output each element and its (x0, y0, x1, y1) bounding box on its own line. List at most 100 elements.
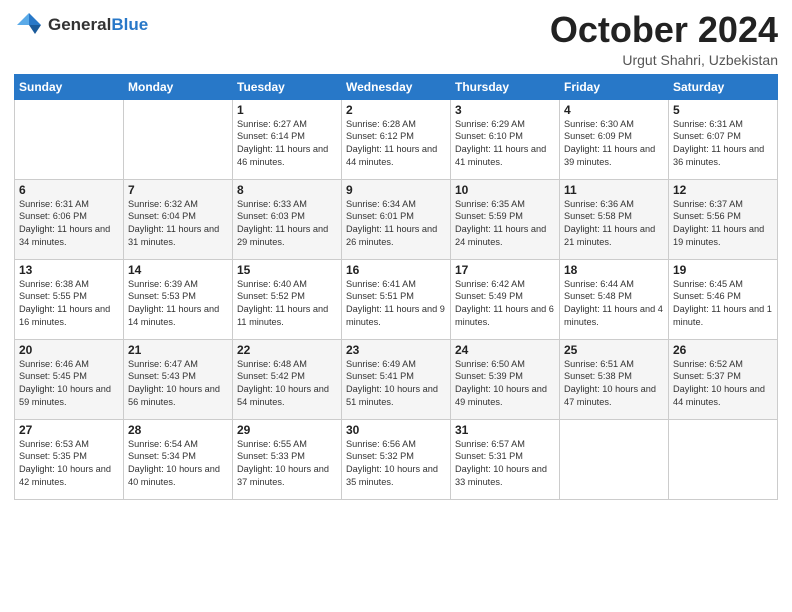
week-row-5: 27Sunrise: 6:53 AMSunset: 5:35 PMDayligh… (15, 419, 778, 499)
calendar-cell: 28Sunrise: 6:54 AMSunset: 5:34 PMDayligh… (124, 419, 233, 499)
calendar-cell: 22Sunrise: 6:48 AMSunset: 5:42 PMDayligh… (233, 339, 342, 419)
day-number: 17 (455, 263, 555, 277)
day-number: 10 (455, 183, 555, 197)
day-header-thursday: Thursday (451, 74, 560, 99)
day-number: 27 (19, 423, 119, 437)
day-info: Sunrise: 6:36 AMSunset: 5:58 PMDaylight:… (564, 198, 664, 250)
day-number: 11 (564, 183, 664, 197)
day-info: Sunrise: 6:53 AMSunset: 5:35 PMDaylight:… (19, 438, 119, 490)
header: GeneralBlue October 2024 Urgut Shahri, U… (14, 10, 778, 68)
day-number: 13 (19, 263, 119, 277)
day-info: Sunrise: 6:31 AMSunset: 6:06 PMDaylight:… (19, 198, 119, 250)
day-info: Sunrise: 6:39 AMSunset: 5:53 PMDaylight:… (128, 278, 228, 330)
calendar-cell: 5Sunrise: 6:31 AMSunset: 6:07 PMDaylight… (669, 99, 778, 179)
calendar-cell: 2Sunrise: 6:28 AMSunset: 6:12 PMDaylight… (342, 99, 451, 179)
day-info: Sunrise: 6:37 AMSunset: 5:56 PMDaylight:… (673, 198, 773, 250)
logo-text: GeneralBlue (48, 16, 148, 35)
week-row-2: 6Sunrise: 6:31 AMSunset: 6:06 PMDaylight… (15, 179, 778, 259)
logo: GeneralBlue (14, 10, 148, 40)
calendar-cell: 25Sunrise: 6:51 AMSunset: 5:38 PMDayligh… (560, 339, 669, 419)
calendar-cell: 18Sunrise: 6:44 AMSunset: 5:48 PMDayligh… (560, 259, 669, 339)
month-title: October 2024 (550, 10, 778, 50)
day-info: Sunrise: 6:38 AMSunset: 5:55 PMDaylight:… (19, 278, 119, 330)
calendar-cell: 31Sunrise: 6:57 AMSunset: 5:31 PMDayligh… (451, 419, 560, 499)
calendar-cell: 4Sunrise: 6:30 AMSunset: 6:09 PMDaylight… (560, 99, 669, 179)
day-number: 30 (346, 423, 446, 437)
calendar-cell (124, 99, 233, 179)
day-info: Sunrise: 6:35 AMSunset: 5:59 PMDaylight:… (455, 198, 555, 250)
day-number: 29 (237, 423, 337, 437)
day-info: Sunrise: 6:45 AMSunset: 5:46 PMDaylight:… (673, 278, 773, 330)
day-info: Sunrise: 6:42 AMSunset: 5:49 PMDaylight:… (455, 278, 555, 330)
week-row-3: 13Sunrise: 6:38 AMSunset: 5:55 PMDayligh… (15, 259, 778, 339)
calendar-cell (560, 419, 669, 499)
day-number: 31 (455, 423, 555, 437)
day-number: 2 (346, 103, 446, 117)
calendar-cell: 30Sunrise: 6:56 AMSunset: 5:32 PMDayligh… (342, 419, 451, 499)
location: Urgut Shahri, Uzbekistan (550, 52, 778, 68)
day-info: Sunrise: 6:55 AMSunset: 5:33 PMDaylight:… (237, 438, 337, 490)
calendar-cell: 8Sunrise: 6:33 AMSunset: 6:03 PMDaylight… (233, 179, 342, 259)
day-number: 26 (673, 343, 773, 357)
calendar-cell: 19Sunrise: 6:45 AMSunset: 5:46 PMDayligh… (669, 259, 778, 339)
day-info: Sunrise: 6:44 AMSunset: 5:48 PMDaylight:… (564, 278, 664, 330)
day-info: Sunrise: 6:32 AMSunset: 6:04 PMDaylight:… (128, 198, 228, 250)
header-row: SundayMondayTuesdayWednesdayThursdayFrid… (15, 74, 778, 99)
calendar-cell (669, 419, 778, 499)
page: GeneralBlue October 2024 Urgut Shahri, U… (0, 0, 792, 612)
day-info: Sunrise: 6:52 AMSunset: 5:37 PMDaylight:… (673, 358, 773, 410)
day-number: 6 (19, 183, 119, 197)
day-number: 7 (128, 183, 228, 197)
day-number: 4 (564, 103, 664, 117)
day-info: Sunrise: 6:46 AMSunset: 5:45 PMDaylight:… (19, 358, 119, 410)
logo-icon (14, 10, 44, 40)
day-number: 15 (237, 263, 337, 277)
day-header-wednesday: Wednesday (342, 74, 451, 99)
calendar-cell: 9Sunrise: 6:34 AMSunset: 6:01 PMDaylight… (342, 179, 451, 259)
day-number: 18 (564, 263, 664, 277)
day-info: Sunrise: 6:40 AMSunset: 5:52 PMDaylight:… (237, 278, 337, 330)
day-number: 16 (346, 263, 446, 277)
week-row-1: 1Sunrise: 6:27 AMSunset: 6:14 PMDaylight… (15, 99, 778, 179)
day-info: Sunrise: 6:57 AMSunset: 5:31 PMDaylight:… (455, 438, 555, 490)
day-info: Sunrise: 6:34 AMSunset: 6:01 PMDaylight:… (346, 198, 446, 250)
calendar-cell: 7Sunrise: 6:32 AMSunset: 6:04 PMDaylight… (124, 179, 233, 259)
day-info: Sunrise: 6:28 AMSunset: 6:12 PMDaylight:… (346, 118, 446, 170)
calendar-cell: 17Sunrise: 6:42 AMSunset: 5:49 PMDayligh… (451, 259, 560, 339)
day-header-friday: Friday (560, 74, 669, 99)
day-info: Sunrise: 6:30 AMSunset: 6:09 PMDaylight:… (564, 118, 664, 170)
day-info: Sunrise: 6:49 AMSunset: 5:41 PMDaylight:… (346, 358, 446, 410)
calendar-cell: 16Sunrise: 6:41 AMSunset: 5:51 PMDayligh… (342, 259, 451, 339)
day-number: 3 (455, 103, 555, 117)
calendar-cell: 27Sunrise: 6:53 AMSunset: 5:35 PMDayligh… (15, 419, 124, 499)
day-header-monday: Monday (124, 74, 233, 99)
calendar-cell: 1Sunrise: 6:27 AMSunset: 6:14 PMDaylight… (233, 99, 342, 179)
day-info: Sunrise: 6:47 AMSunset: 5:43 PMDaylight:… (128, 358, 228, 410)
day-info: Sunrise: 6:48 AMSunset: 5:42 PMDaylight:… (237, 358, 337, 410)
calendar-cell: 15Sunrise: 6:40 AMSunset: 5:52 PMDayligh… (233, 259, 342, 339)
day-info: Sunrise: 6:50 AMSunset: 5:39 PMDaylight:… (455, 358, 555, 410)
day-number: 9 (346, 183, 446, 197)
day-header-saturday: Saturday (669, 74, 778, 99)
day-number: 20 (19, 343, 119, 357)
calendar-cell: 29Sunrise: 6:55 AMSunset: 5:33 PMDayligh… (233, 419, 342, 499)
day-info: Sunrise: 6:41 AMSunset: 5:51 PMDaylight:… (346, 278, 446, 330)
day-info: Sunrise: 6:56 AMSunset: 5:32 PMDaylight:… (346, 438, 446, 490)
logo-general: General (48, 15, 111, 34)
calendar-cell: 10Sunrise: 6:35 AMSunset: 5:59 PMDayligh… (451, 179, 560, 259)
title-block: October 2024 Urgut Shahri, Uzbekistan (550, 10, 778, 68)
calendar-cell: 26Sunrise: 6:52 AMSunset: 5:37 PMDayligh… (669, 339, 778, 419)
day-number: 23 (346, 343, 446, 357)
day-number: 19 (673, 263, 773, 277)
calendar-cell: 13Sunrise: 6:38 AMSunset: 5:55 PMDayligh… (15, 259, 124, 339)
day-number: 24 (455, 343, 555, 357)
day-info: Sunrise: 6:54 AMSunset: 5:34 PMDaylight:… (128, 438, 228, 490)
day-number: 25 (564, 343, 664, 357)
calendar-cell: 12Sunrise: 6:37 AMSunset: 5:56 PMDayligh… (669, 179, 778, 259)
day-info: Sunrise: 6:27 AMSunset: 6:14 PMDaylight:… (237, 118, 337, 170)
day-number: 12 (673, 183, 773, 197)
day-info: Sunrise: 6:29 AMSunset: 6:10 PMDaylight:… (455, 118, 555, 170)
day-number: 8 (237, 183, 337, 197)
calendar-cell: 14Sunrise: 6:39 AMSunset: 5:53 PMDayligh… (124, 259, 233, 339)
day-info: Sunrise: 6:31 AMSunset: 6:07 PMDaylight:… (673, 118, 773, 170)
